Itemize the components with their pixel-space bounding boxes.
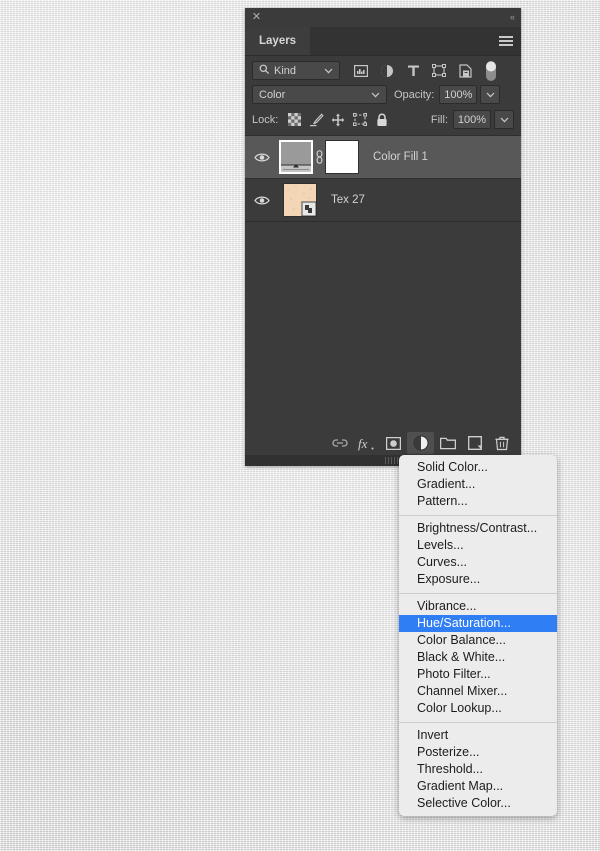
lock-artboard-icon[interactable] [349, 112, 371, 128]
lock-row: Lock: Fill: 100% [245, 104, 521, 136]
menu-item-posterize[interactable]: Posterize... [399, 744, 557, 761]
panel-menu-icon[interactable] [499, 36, 513, 46]
layer-name[interactable]: Tex 27 [331, 194, 365, 206]
panel-tab-row: Layers [245, 27, 521, 56]
menu-separator [399, 722, 557, 723]
svg-text:fx: fx [358, 436, 368, 451]
tab-layers-label: Layers [259, 35, 297, 47]
blend-mode-value: Color [259, 88, 286, 101]
chevron-down-icon [318, 66, 339, 76]
menu-item-hue-saturation[interactable]: Hue/Saturation... [399, 615, 557, 632]
layer-kind-label: Kind [274, 64, 297, 77]
filter-toggle-switch[interactable] [478, 60, 504, 81]
menu-item-gradient-map[interactable]: Gradient Map... [399, 778, 557, 795]
layer-filter-icons [348, 60, 504, 81]
new-group-button[interactable] [434, 432, 461, 454]
lock-position-icon[interactable] [327, 112, 349, 128]
chevron-down-icon [365, 90, 386, 100]
menu-separator [399, 515, 557, 516]
fill-stepper[interactable] [494, 110, 514, 129]
filter-pixel-icon[interactable] [348, 61, 374, 80]
layer-name[interactable]: Color Fill 1 [373, 151, 428, 163]
close-icon[interactable]: ✕ [251, 12, 262, 23]
lock-label: Lock: [252, 113, 279, 126]
fill-label: Fill: [430, 113, 448, 126]
delete-layer-button[interactable] [488, 432, 515, 454]
layer-filter-row: Kind [245, 56, 521, 81]
search-icon [259, 64, 270, 78]
layer-mask-thumbnail[interactable] [325, 140, 359, 174]
new-adjustment-layer-menu: Solid Color... Gradient... Pattern... Brigh… [399, 455, 557, 816]
menu-item-pattern[interactable]: Pattern... [399, 493, 557, 510]
menu-item-exposure[interactable]: Exposure... [399, 571, 557, 588]
filter-smartobject-icon[interactable] [452, 61, 478, 80]
menu-item-vibrance[interactable]: Vibrance... [399, 598, 557, 615]
opacity-input[interactable]: 100% [439, 85, 478, 104]
layer-kind-select[interactable]: Kind [252, 61, 340, 80]
layer-visibility-toggle[interactable] [245, 152, 279, 163]
blend-mode-select[interactable]: Color [252, 85, 387, 104]
menu-item-gradient[interactable]: Gradient... [399, 476, 557, 493]
menu-item-color-balance[interactable]: Color Balance... [399, 632, 557, 649]
table-row[interactable]: Tex 27 [245, 179, 521, 222]
filter-type-icon[interactable] [400, 61, 426, 80]
layer-thumbnails [279, 140, 359, 174]
layers-panel: ✕ « Layers Kind Color Opacity: 100% Lock… [245, 8, 521, 466]
menu-item-channel-mixer[interactable]: Channel Mixer... [399, 683, 557, 700]
menu-item-black-white[interactable]: Black & White... [399, 649, 557, 666]
blend-opacity-row: Color Opacity: 100% [245, 80, 521, 104]
table-row[interactable]: Color Fill 1 [245, 136, 521, 179]
menu-item-invert[interactable]: Invert [399, 727, 557, 744]
opacity-label: Opacity: [394, 88, 435, 101]
layer-thumbnails [283, 183, 317, 217]
collapse-panel-icon[interactable]: « [510, 12, 515, 22]
menu-item-solid-color[interactable]: Solid Color... [399, 459, 557, 476]
layer-visibility-toggle[interactable] [245, 195, 279, 206]
menu-separator [399, 593, 557, 594]
menu-item-brightness-contrast[interactable]: Brightness/Contrast... [399, 520, 557, 537]
add-layer-mask-button[interactable] [380, 432, 407, 454]
filter-adjustment-icon[interactable] [374, 61, 400, 80]
layer-thumbnail-fill[interactable] [279, 140, 313, 174]
layer-mask-link-icon[interactable] [313, 150, 325, 164]
menu-item-threshold[interactable]: Threshold... [399, 761, 557, 778]
layer-style-button[interactable]: fx [353, 432, 380, 454]
menu-item-curves[interactable]: Curves... [399, 554, 557, 571]
menu-item-selective-color[interactable]: Selective Color... [399, 795, 557, 812]
new-adjustment-layer-button[interactable] [407, 432, 434, 454]
layer-thumbnail-texture[interactable] [283, 183, 317, 217]
layer-list: Color Fill 1 Tex 27 [245, 136, 521, 222]
lock-image-icon[interactable] [305, 112, 327, 128]
panel-titlebar: ✕ « [245, 8, 521, 27]
layer-panel-button-bar: fx [245, 431, 521, 455]
link-layers-button[interactable] [326, 432, 353, 454]
fill-input[interactable]: 100% [453, 110, 491, 129]
lock-all-icon[interactable] [371, 112, 393, 128]
new-layer-button[interactable] [461, 432, 488, 454]
menu-item-color-lookup[interactable]: Color Lookup... [399, 700, 557, 717]
lock-transparency-icon[interactable] [283, 112, 305, 128]
tab-layers[interactable]: Layers [245, 27, 311, 55]
filter-shape-icon[interactable] [426, 61, 452, 80]
menu-item-levels[interactable]: Levels... [399, 537, 557, 554]
opacity-stepper[interactable] [480, 85, 501, 104]
menu-item-photo-filter[interactable]: Photo Filter... [399, 666, 557, 683]
